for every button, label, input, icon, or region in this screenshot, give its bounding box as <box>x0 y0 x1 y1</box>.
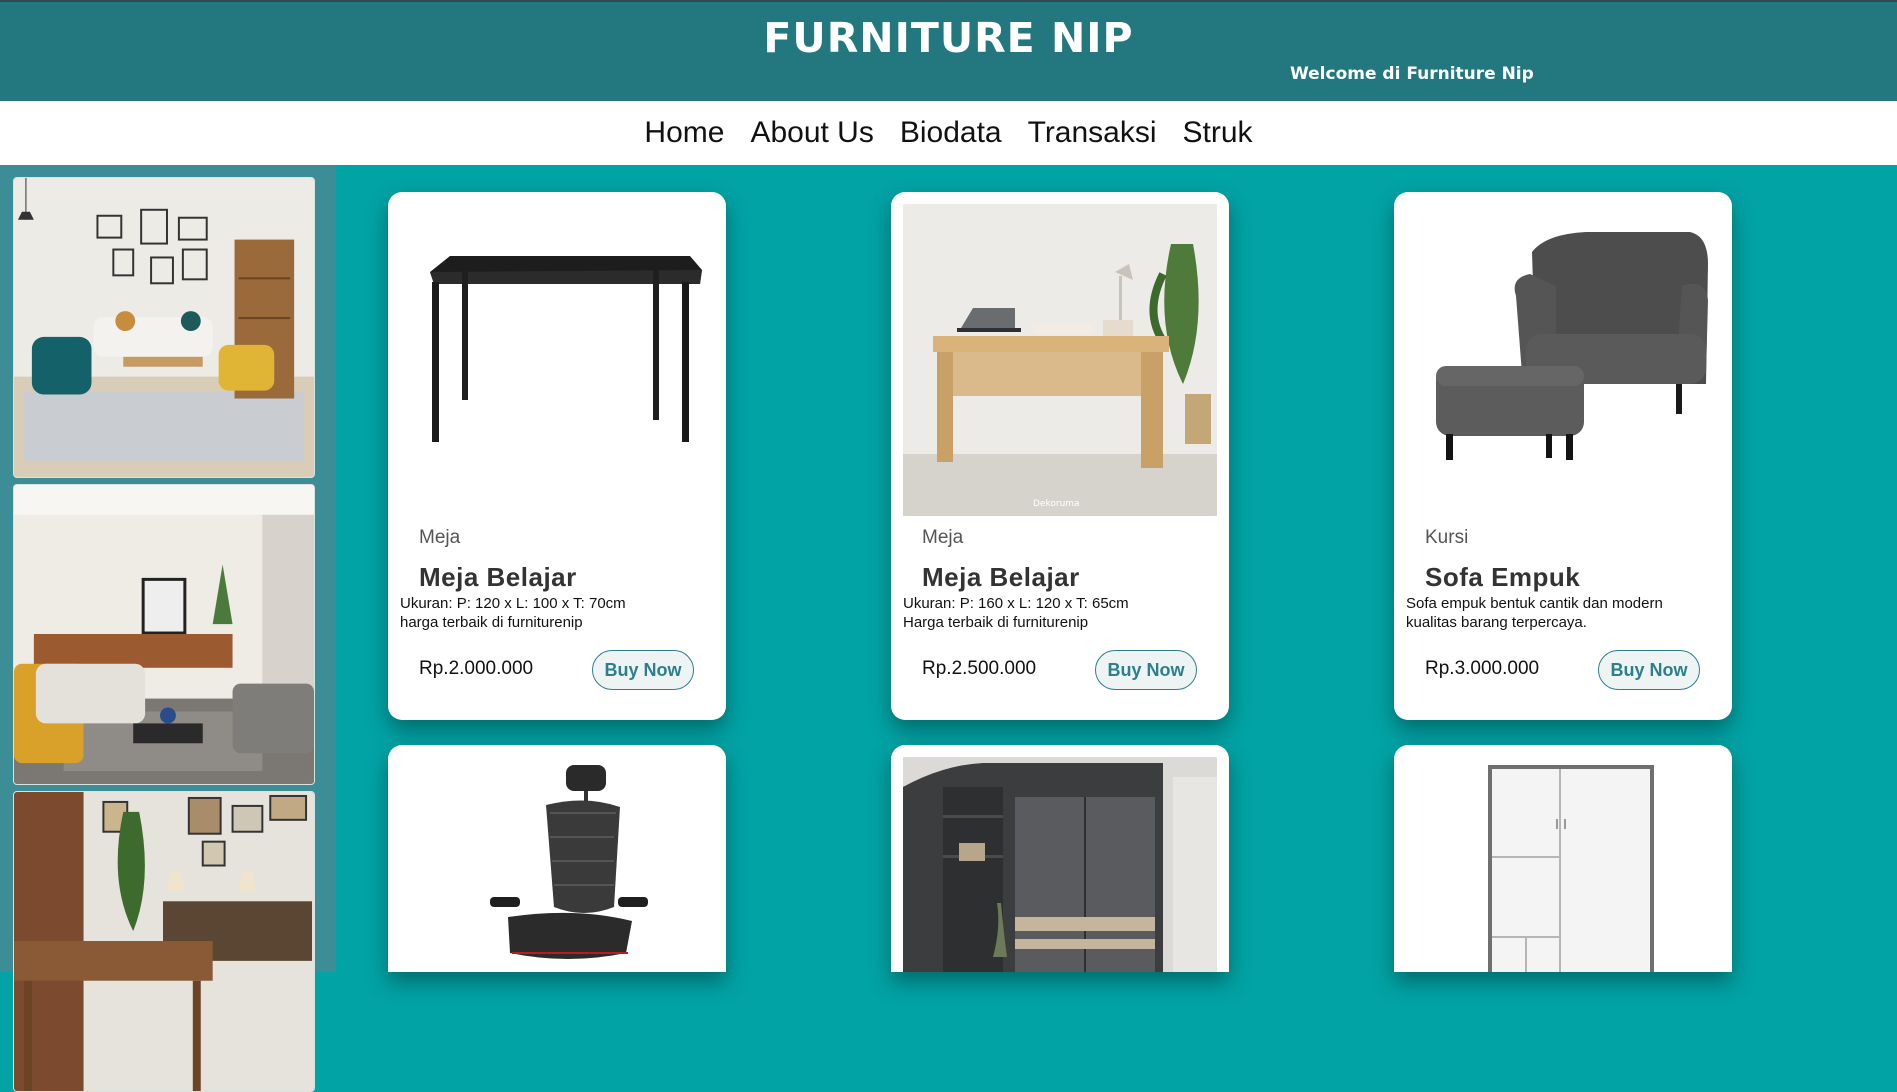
product-card <box>1394 745 1732 972</box>
sidebar-image-living-room-1 <box>13 177 315 478</box>
product-name: Sofa Empuk <box>1425 562 1581 592</box>
product-image-wardrobe-grey <box>903 757 1217 972</box>
buy-now-button[interactable]: Buy Now <box>592 650 694 690</box>
sidebar <box>0 165 336 1092</box>
product-card <box>388 745 726 972</box>
product-description-line: Ukuran: P: 160 x L: 120 x T: 65cm <box>903 595 1129 612</box>
product-description-line: Harga terbaik di furniturenip <box>903 614 1089 631</box>
product-price: Rp.2.000.000 <box>419 658 534 679</box>
product-card <box>891 745 1229 972</box>
product-image-study-table-black <box>400 204 714 516</box>
site-title: FURNITURE NIP <box>763 14 1134 62</box>
product-image-wardrobe-white <box>1406 757 1720 972</box>
product-category: Meja <box>419 527 461 548</box>
product-description: Sofa empuk bentuk cantik dan modern kual… <box>1406 594 1726 632</box>
product-name: Meja Belajar <box>419 562 577 592</box>
product-image-study-desk-wood: Dekoruma <box>903 204 1217 516</box>
nav-home[interactable]: Home <box>644 116 724 150</box>
product-description: Ukuran: P: 120 x L: 100 x T: 70cm harga … <box>400 594 720 632</box>
nav-struk[interactable]: Struk <box>1183 116 1253 150</box>
nav-biodata[interactable]: Biodata <box>900 116 1002 150</box>
product-card: Dekoruma Meja Meja Belajar Ukuran: P: 16… <box>891 192 1229 720</box>
product-description-line: Sofa empuk bentuk cantik dan modern <box>1406 595 1663 612</box>
buy-now-button[interactable]: Buy Now <box>1095 650 1197 690</box>
image-watermark: Dekoruma <box>1033 499 1080 509</box>
product-price: Rp.2.500.000 <box>922 658 1037 679</box>
product-name: Meja Belajar <box>922 562 1080 592</box>
product-category: Kursi <box>1425 527 1469 548</box>
product-price: Rp.3.000.000 <box>1425 658 1540 679</box>
sidebar-image-living-room-2 <box>13 484 315 785</box>
main-nav: Home About Us Biodata Transaksi Struk <box>0 101 1897 165</box>
nav-transaksi[interactable]: Transaksi <box>1028 116 1157 150</box>
nav-about-us[interactable]: About Us <box>750 116 873 150</box>
product-image-armchair-ottoman <box>1406 204 1720 516</box>
product-category: Meja <box>922 527 964 548</box>
product-card: Kursi Sofa Empuk Sofa empuk bentuk canti… <box>1394 192 1732 720</box>
product-description: Ukuran: P: 160 x L: 120 x T: 65cm Harga … <box>903 594 1223 632</box>
buy-now-button[interactable]: Buy Now <box>1598 650 1700 690</box>
product-image-office-chair <box>400 757 714 972</box>
product-description-line: Ukuran: P: 120 x L: 100 x T: 70cm <box>400 595 626 612</box>
sidebar-image-dining-room <box>13 791 315 1092</box>
site-header: FURNITURE NIP Welcome di Furniture Nip <box>0 0 1897 101</box>
product-description-line: harga terbaik di furniturenip <box>400 614 583 631</box>
product-description-line: kualitas barang terpercaya. <box>1406 614 1587 631</box>
site-tagline: Welcome di Furniture Nip <box>1290 64 1534 84</box>
product-card: Meja Meja Belajar Ukuran: P: 120 x L: 10… <box>388 192 726 720</box>
